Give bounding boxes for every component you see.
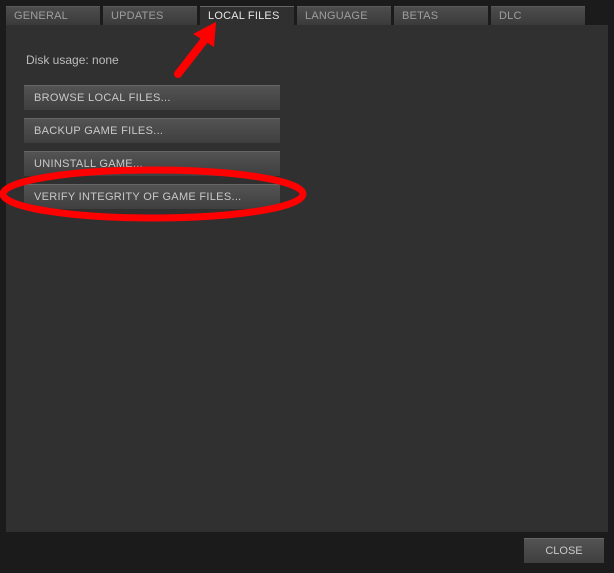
tab-updates[interactable]: UPDATES [103,6,197,25]
tab-local-files[interactable]: LOCAL FILES [200,6,294,25]
backup-game-files-button[interactable]: BACKUP GAME FILES... [24,118,280,143]
disk-usage-label: Disk usage: none [26,53,590,67]
tab-betas[interactable]: BETAS [394,6,488,25]
browse-local-files-button[interactable]: BROWSE LOCAL FILES... [24,85,280,110]
local-files-button-list: BROWSE LOCAL FILES... BACKUP GAME FILES.… [24,85,590,209]
close-button[interactable]: CLOSE [524,538,604,563]
dialog-footer: CLOSE [524,538,604,563]
tab-content-local-files: Disk usage: none BROWSE LOCAL FILES... B… [6,25,608,532]
tab-bar: GENERAL UPDATES LOCAL FILES LANGUAGE BET… [0,0,614,25]
verify-integrity-button[interactable]: VERIFY INTEGRITY OF GAME FILES... [24,184,280,209]
tab-general[interactable]: GENERAL [6,6,100,25]
uninstall-game-button[interactable]: UNINSTALL GAME... [24,151,280,176]
tab-dlc[interactable]: DLC [491,6,585,25]
properties-window: GENERAL UPDATES LOCAL FILES LANGUAGE BET… [0,0,614,573]
tab-language[interactable]: LANGUAGE [297,6,391,25]
